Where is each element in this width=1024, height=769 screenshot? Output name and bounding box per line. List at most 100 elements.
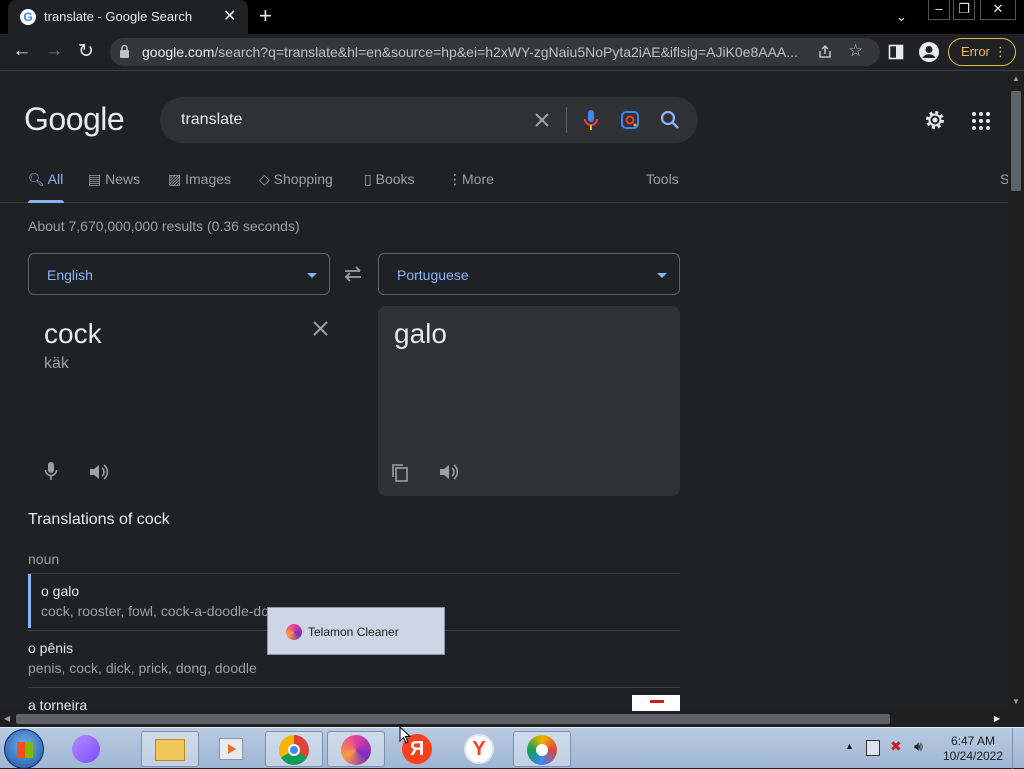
tab-all[interactable]: 🔍︎ All: [28, 171, 63, 188]
restore-icon[interactable]: ❐: [953, 0, 975, 20]
entry-synonyms: cock, rooster, fowl, cock-a-doodle-doo: [41, 603, 277, 619]
reload-icon[interactable]: ↻: [74, 40, 98, 63]
divider: [28, 687, 680, 688]
tab-images[interactable]: ▨ Images: [168, 171, 231, 188]
chevron-down-icon: [307, 273, 317, 278]
copy-icon[interactable]: [391, 463, 409, 483]
listen-source-icon[interactable]: [89, 463, 109, 481]
taskbar-yandex[interactable]: Y: [451, 731, 509, 767]
listen-translation-icon[interactable]: [439, 463, 459, 481]
system-clock[interactable]: 6:47 AM 10/24/2022: [938, 734, 1008, 764]
profile-error-button[interactable]: Error ⋮: [948, 38, 1016, 66]
tab-more[interactable]: ⋮More: [448, 171, 494, 188]
clear-search-icon[interactable]: [534, 112, 550, 128]
scroll-right-icon[interactable]: ▶: [994, 714, 1000, 723]
bookmark-star-icon[interactable]: ☆: [848, 41, 863, 61]
search-submit-icon[interactable]: [660, 110, 680, 130]
vpn-center-icon: [536, 744, 548, 756]
scroll-down-icon[interactable]: ▼: [1012, 697, 1020, 706]
lock-icon: [120, 44, 129, 58]
show-hidden-icons-icon[interactable]: ▲: [845, 741, 854, 751]
taskbar-vpn[interactable]: [513, 731, 571, 767]
result-stats: About 7,670,000,000 results (0.36 second…: [28, 218, 300, 234]
chevron-down-icon: [657, 273, 667, 278]
tab-news[interactable]: ▤ News: [88, 171, 140, 188]
settings-gear-icon[interactable]: [924, 109, 946, 131]
divider: [28, 573, 680, 574]
swap-languages-icon[interactable]: [343, 265, 363, 283]
taskbar-telamon-cleaner[interactable]: [327, 731, 385, 767]
new-tab-icon[interactable]: +: [259, 3, 272, 29]
target-language-select[interactable]: Portuguese: [378, 253, 680, 295]
tab-books-label: Books: [375, 171, 415, 187]
scroll-up-icon[interactable]: ▲: [1012, 74, 1020, 83]
tab-shopping[interactable]: ◇ Shopping: [259, 171, 333, 188]
lens-search-icon[interactable]: [620, 110, 640, 130]
horizontal-scroll-thumb[interactable]: [16, 714, 890, 724]
chrome-icon: [279, 735, 309, 765]
search-results-page: Google translate 🔍︎ All ▤ News ▨ Images …: [0, 71, 1008, 711]
tools-button[interactable]: Tools: [646, 171, 679, 187]
show-desktop-button[interactable]: [1012, 728, 1024, 769]
search-input[interactable]: translate: [181, 111, 242, 129]
part-of-speech-label: noun: [28, 551, 60, 567]
url-text: google.com/search?q=translate&hl=en&sour…: [142, 44, 807, 60]
google-logo[interactable]: Google: [24, 101, 125, 138]
windows-taskbar: Я Y ▲ ✖ 🔊︎ 6:47 AM 10/24/2022: [0, 727, 1024, 769]
tooltip-label: Telamon Cleaner: [308, 625, 399, 639]
start-orb-icon[interactable]: [4, 729, 44, 769]
source-language-select[interactable]: English: [28, 253, 330, 295]
entry-word[interactable]: o galo: [41, 583, 79, 599]
google-apps-icon[interactable]: [972, 112, 990, 130]
clear-source-icon[interactable]: [313, 321, 328, 336]
entry-word[interactable]: a torneira: [28, 697, 87, 711]
address-bar[interactable]: google.com/search?q=translate&hl=en&sour…: [110, 38, 880, 66]
source-text[interactable]: cock: [44, 318, 102, 350]
tab-news-label: News: [105, 171, 141, 187]
profile-avatar-icon[interactable]: [918, 41, 940, 63]
taskbar-tooltip: Telamon Cleaner: [267, 607, 445, 655]
tab-title: translate - Google Search: [44, 9, 193, 24]
tab-books[interactable]: ▯ Books: [364, 171, 415, 188]
partial-tab-label[interactable]: S: [1000, 171, 1008, 187]
forward-icon[interactable]: →: [42, 40, 66, 62]
side-panel-icon[interactable]: [888, 44, 904, 60]
tab-search-icon[interactable]: ⌄: [896, 8, 907, 28]
search-box[interactable]: translate: [160, 97, 698, 143]
minimize-icon[interactable]: –: [928, 0, 950, 20]
vertical-scroll-thumb[interactable]: [1011, 91, 1021, 191]
scroll-left-icon[interactable]: ◀: [4, 714, 10, 723]
browser-tab[interactable]: G translate - Google Search ✕: [8, 0, 248, 34]
search-icon: 🔍︎: [28, 172, 45, 187]
chrome-center-icon: [288, 744, 300, 756]
taskbar-file-explorer[interactable]: [141, 731, 199, 767]
voice-search-icon[interactable]: [583, 109, 599, 131]
tag-icon: ◇: [259, 171, 270, 187]
network-error-icon[interactable]: ✖: [890, 738, 902, 755]
back-icon[interactable]: ←: [10, 40, 34, 62]
search-tabs: 🔍︎ All ▤ News ▨ Images ◇ Shopping ▯ Book…: [0, 167, 1008, 203]
telamon-cleaner-icon: [341, 735, 371, 765]
tab-close-icon[interactable]: ✕: [223, 6, 236, 26]
taskbar-yandex-browser[interactable]: Я: [389, 731, 447, 767]
error-label: Error: [961, 44, 990, 59]
share-icon[interactable]: [817, 44, 833, 60]
yandex-icon: Y: [464, 734, 494, 764]
horizontal-scrollbar[interactable]: ◀ ▶: [0, 711, 1008, 727]
kebab-menu-icon[interactable]: ⋮: [994, 39, 1007, 65]
target-language-label: Portuguese: [397, 267, 469, 283]
usage-frequency-chip: [632, 695, 680, 711]
volume-icon[interactable]: 🔊︎: [914, 738, 923, 755]
close-window-icon[interactable]: ✕: [980, 0, 1016, 20]
entry-word[interactable]: o pênis: [28, 640, 73, 656]
vertical-scrollbar[interactable]: ▲ ▼: [1008, 71, 1024, 711]
taskbar-alice[interactable]: [58, 731, 116, 767]
browser-toolbar: ← → ↻ google.com/search?q=translate&hl=e…: [0, 34, 1024, 71]
url-path: /search?q=translate&hl=en&source=hp&ei=h…: [214, 44, 798, 60]
image-icon: ▨: [168, 171, 182, 187]
taskbar-media-player[interactable]: [203, 731, 261, 767]
microphone-icon[interactable]: [44, 461, 58, 481]
taskbar-chrome[interactable]: [265, 731, 323, 767]
action-center-icon[interactable]: [866, 740, 880, 756]
scroll-corner: [1008, 711, 1024, 727]
